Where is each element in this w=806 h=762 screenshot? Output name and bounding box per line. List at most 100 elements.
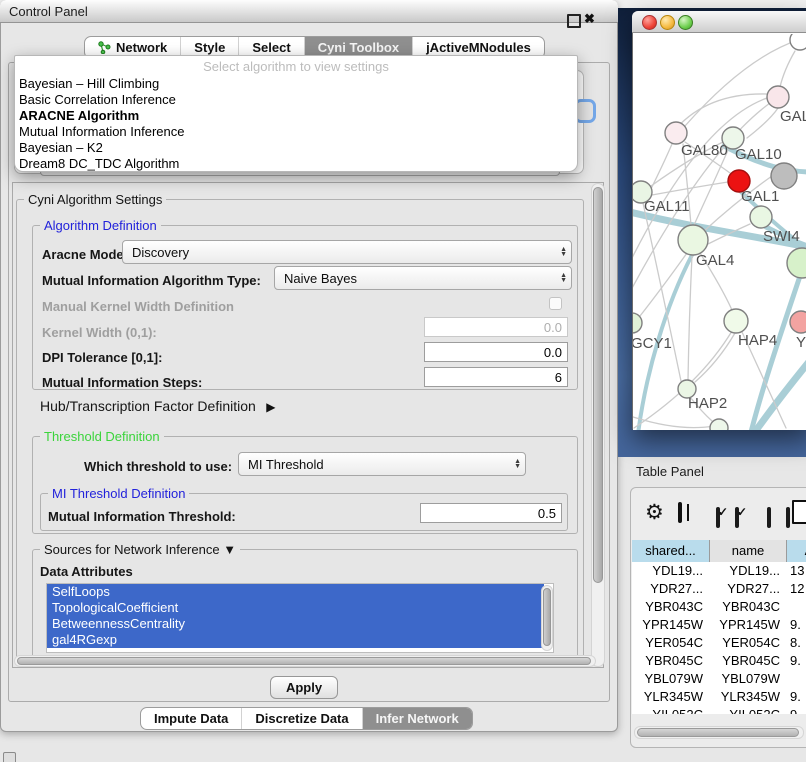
mi-steps-field[interactable]: 6 — [424, 367, 568, 387]
table-row[interactable]: YBL079W YBL079W — [632, 670, 806, 688]
attribute-list-item[interactable]: SelfLoops — [47, 584, 544, 600]
network-node[interactable] — [787, 248, 806, 278]
settings-vertical-scrollbar[interactable] — [591, 183, 605, 667]
table-row[interactable]: YER054C YER054C 8. — [632, 634, 806, 652]
deselect-all-columns-icon[interactable] — [786, 507, 790, 528]
network-node[interactable] — [767, 86, 789, 108]
algorithm-option[interactable]: Bayesian – Hill Climbing — [15, 76, 577, 92]
table-column-header[interactable]: shared... — [632, 540, 710, 562]
table-row[interactable]: YDR27... YDR27... 12 — [632, 580, 806, 598]
table-cell: YBR043C — [632, 598, 710, 616]
settings-horizontal-scrollbar[interactable] — [14, 655, 596, 667]
which-threshold-value: MI Threshold — [248, 457, 324, 472]
network-node[interactable] — [665, 122, 687, 144]
tab-label: Impute Data — [154, 711, 228, 726]
network-canvas[interactable]: GALGAL80GAL10GAL1GAL11SWI4GAL4GCY1HAP4YH… — [633, 34, 806, 430]
network-node[interactable] — [678, 225, 708, 255]
table-row[interactable]: YBR043C YBR043C — [632, 598, 806, 616]
table-row[interactable]: YIL052C YIL052C 9 — [632, 706, 806, 714]
algorithm-option[interactable]: ARACNE Algorithm — [15, 108, 577, 124]
control-panel-titlebar[interactable]: Control Panel ✖ — [0, 0, 618, 23]
attribute-list-item[interactable]: TopologicalCoefficient — [47, 600, 544, 616]
new-table-icon[interactable] — [792, 500, 806, 524]
threshold-definition-legend: Threshold Definition — [40, 429, 164, 444]
cyni-algorithm-settings-legend: Cyni Algorithm Settings — [24, 192, 166, 207]
algorithm-option[interactable]: Basic Correlation Inference — [15, 92, 577, 108]
network-node[interactable] — [710, 419, 728, 430]
settings-vertical-scrollbar-thumb[interactable] — [593, 187, 603, 583]
gear-icon[interactable]: ⚙ — [645, 502, 664, 524]
tab[interactable]: Discretize Data — [241, 708, 361, 729]
deselect-all-columns-icon[interactable] — [767, 507, 771, 528]
columns-icon[interactable] — [678, 502, 682, 523]
attribute-list-item[interactable]: BetweennessCentrality — [47, 616, 544, 632]
table-column-header[interactable]: name — [710, 540, 787, 562]
attributes-scrollbar-thumb[interactable] — [543, 588, 551, 646]
network-edge[interactable] — [633, 416, 714, 428]
table-cell: 12 — [787, 580, 806, 598]
network-node-label: HAP4 — [738, 332, 777, 349]
apply-button[interactable]: Apply — [270, 676, 338, 699]
table-horizontal-scrollbar-thumb[interactable] — [637, 728, 799, 737]
table-horizontal-scrollbar[interactable] — [634, 726, 804, 739]
select-all-columns-icon[interactable] — [716, 507, 720, 528]
manual-kernel-checkbox[interactable] — [549, 297, 562, 310]
table-row[interactable]: YBR045C YBR045C 9. — [632, 652, 806, 670]
network-edge[interactable] — [688, 255, 692, 380]
minimize-window-icon[interactable] — [660, 15, 675, 30]
tab-label: Infer Network — [376, 711, 459, 726]
algorithm-option[interactable]: Mutual Information Inference — [15, 124, 577, 140]
mi-threshold-definition-legend: MI Threshold Definition — [48, 486, 189, 501]
collapsed-panel-icon[interactable] — [3, 752, 16, 762]
zoom-window-icon[interactable] — [678, 15, 693, 30]
network-node[interactable] — [724, 309, 748, 333]
table-row[interactable]: YDL19... YDL19... 13 — [632, 562, 806, 580]
table-row[interactable]: YLR345W YLR345W 9. — [632, 688, 806, 706]
network-node[interactable] — [790, 34, 806, 50]
network-node-label: SWI4 — [763, 228, 800, 245]
attributes-vertical-scrollbar[interactable] — [541, 585, 553, 651]
data-attributes-list[interactable]: SelfLoopsTopologicalCoefficientBetweenne… — [46, 583, 554, 653]
network-node[interactable] — [790, 311, 806, 333]
table-cell: YBL079W — [632, 670, 710, 688]
table-cell: YLR345W — [710, 688, 787, 706]
select-all-columns-icon[interactable] — [735, 507, 739, 528]
algorithm-option[interactable]: Dream8 DC_TDC Algorithm — [15, 156, 577, 172]
aracne-mode-combo[interactable]: Discovery ▲▼ — [122, 240, 572, 264]
close-window-icon[interactable] — [642, 15, 657, 30]
tab-label: Cyni Toolbox — [318, 40, 399, 55]
settings-horizontal-scrollbar-thumb[interactable] — [17, 657, 591, 665]
table-column-header[interactable]: A — [787, 540, 806, 562]
algorithm-option[interactable]: Bayesian – K2 — [15, 140, 577, 156]
tab[interactable]: Infer Network — [362, 708, 472, 729]
close-icon[interactable]: ✖ — [584, 11, 595, 27]
float-window-icon[interactable] — [567, 14, 581, 28]
combo-stepper-icon: ▲▼ — [514, 459, 525, 469]
network-edge[interactable] — [695, 333, 735, 382]
sources-legend[interactable]: Sources for Network Inference ▼ — [40, 542, 240, 557]
network-edge[interactable] — [780, 51, 795, 87]
network-edge[interactable] — [747, 108, 778, 138]
hub-definition-toggle[interactable]: Hub/Transcription Factor Definition ▶ — [40, 398, 275, 416]
attribute-list-item[interactable]: gal4RGexp — [47, 632, 544, 648]
tab[interactable]: Impute Data — [141, 708, 241, 729]
network-window-titlebar[interactable] — [632, 11, 806, 33]
network-node[interactable] — [750, 206, 772, 228]
mi-algorithm-type-value: Naive Bayes — [284, 271, 357, 286]
network-node[interactable] — [771, 163, 797, 189]
mi-algorithm-type-combo[interactable]: Naive Bayes ▲▼ — [274, 266, 572, 290]
dpi-tolerance-field[interactable]: 0.0 — [424, 342, 568, 362]
which-threshold-label: Which threshold to use: — [84, 459, 232, 474]
kernel-width-field[interactable]: 0.0 — [424, 317, 568, 337]
which-threshold-combo[interactable]: MI Threshold ▲▼ — [238, 452, 526, 476]
dropdown-placeholder: Select algorithm to view settings — [15, 56, 577, 76]
table-row[interactable]: YPR145W YPR145W 9. — [632, 616, 806, 634]
network-node-label: GAL11 — [644, 198, 690, 215]
network-canvas-svg[interactable]: GALGAL80GAL10GAL1GAL11SWI4GAL4GCY1HAP4YH… — [633, 34, 806, 430]
mi-threshold-field[interactable]: 0.5 — [420, 503, 562, 523]
tab-label: Select — [252, 40, 290, 55]
mi-algorithm-type-label: Mutual Information Algorithm Type: — [42, 273, 261, 288]
cyni-bottom-tabs: Impute Data Discretize Data Infer Networ… — [140, 707, 473, 730]
combo-stepper-icon: ▲▼ — [560, 247, 571, 257]
table-cell: YDL19... — [632, 562, 710, 580]
